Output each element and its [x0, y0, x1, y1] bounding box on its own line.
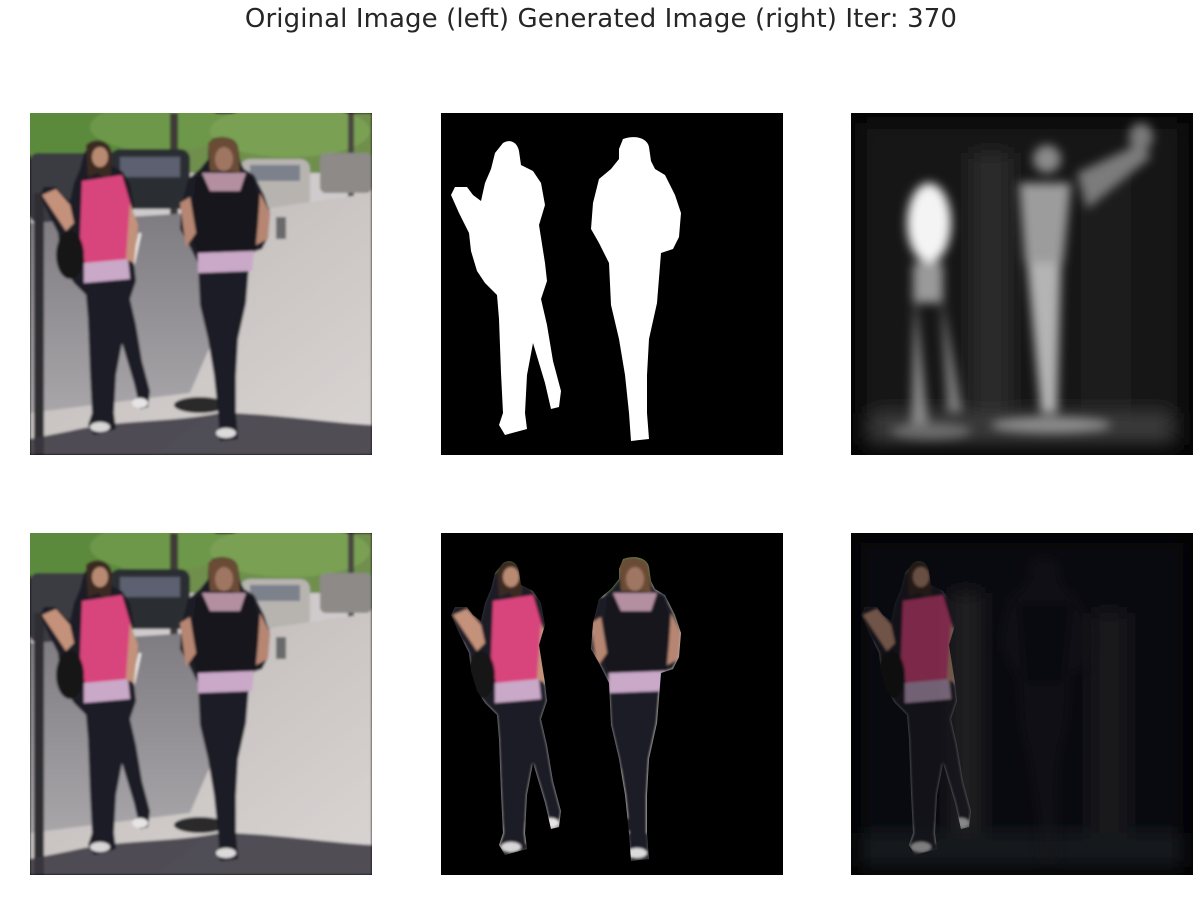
generated-image: [851, 533, 1193, 875]
original-image-bottom: [30, 533, 372, 875]
generated-mask: [851, 113, 1193, 455]
street-photo: [30, 533, 372, 875]
masked-original: [441, 533, 783, 875]
generated-mask-blur: [851, 113, 1193, 455]
figure-title: Original Image (left) Generated Image (r…: [244, 4, 958, 34]
mask-silhouettes: [441, 113, 783, 455]
generated-image-dark: [851, 533, 1193, 875]
street-photo: [30, 113, 372, 455]
original-image-top: [30, 113, 372, 455]
masked-people: [441, 533, 783, 875]
segmentation-mask: [441, 113, 783, 455]
